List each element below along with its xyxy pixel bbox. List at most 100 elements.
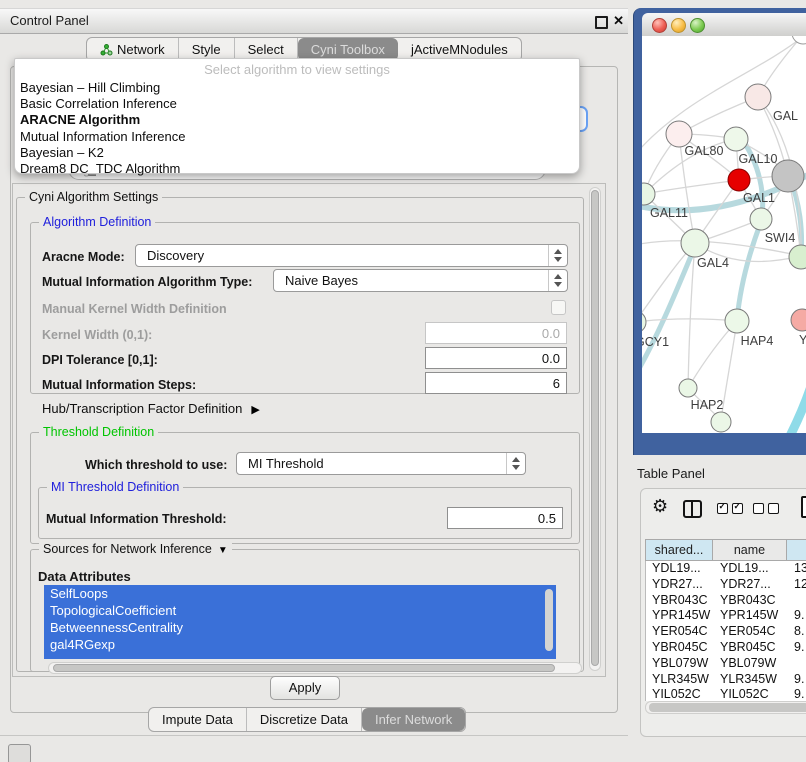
table-horizontal-scrollbar[interactable]: [645, 701, 806, 714]
table-row[interactable]: YBR043CYBR043C: [646, 593, 806, 609]
table-cell: YBR045C: [714, 640, 788, 656]
mi-algorithm-type-label: Mutual Information Algorithm Type:: [42, 275, 252, 289]
column-header-name[interactable]: name: [713, 539, 787, 561]
table-row[interactable]: YBR045CYBR045C9.: [646, 640, 806, 656]
table-cell: YLR345W: [714, 672, 788, 688]
algorithm-option-bayesian-k2[interactable]: Bayesian – K2: [15, 145, 579, 161]
algorithm-select-popup: Select algorithm to view settings Bayesi…: [14, 58, 580, 174]
algorithm-option-basic-correlation-inference[interactable]: Basic Correlation Inference: [15, 96, 579, 112]
dpi-tolerance-value: 0.0: [542, 351, 560, 366]
column-header-shared[interactable]: shared...: [645, 539, 713, 561]
dpi-tolerance-field[interactable]: 0.0: [425, 347, 567, 369]
node-label-hap2: HAP2: [691, 398, 724, 412]
network-node-gal10[interactable]: [724, 127, 748, 151]
network-node-hap4[interactable]: [725, 309, 749, 333]
network-canvas[interactable]: GALGAL80GAL10GAL1GAL11SWI4GAL4GCY1HAP4YH…: [642, 36, 806, 433]
mi-algorithm-type-select[interactable]: Naive Bayes: [273, 269, 568, 292]
manual-kernel-width-checkbox[interactable]: [551, 300, 566, 315]
scrollbar-thumb[interactable]: [53, 664, 555, 672]
algorithm-option-mutual-information-inference[interactable]: Mutual Information Inference: [15, 129, 579, 145]
tab-impute-data[interactable]: Impute Data: [149, 708, 247, 731]
table-cell: YIL052C: [714, 687, 788, 701]
attribute-item-topologicalcoefficient[interactable]: TopologicalCoefficient: [44, 602, 556, 619]
table-row[interactable]: YDL19...YDL19...13: [646, 561, 806, 577]
network-node-gal[interactable]: [745, 84, 771, 110]
kernel-width-label: Kernel Width (0,1):: [42, 328, 152, 342]
attribute-item-gal4rgexp[interactable]: gal4RGexp: [44, 636, 556, 653]
algorithm-option-bayesian-hill-climbing[interactable]: Bayesian – Hill Climbing: [15, 80, 579, 96]
gear-icon[interactable]: ⚙: [652, 497, 668, 515]
collapse-down-icon: ▼: [218, 545, 228, 556]
control-panel-titlebar: Control Panel ✕: [0, 8, 628, 34]
table-cell: 9.: [788, 608, 806, 624]
attribute-list-scrollbar[interactable]: [545, 589, 553, 651]
minimize-window-icon[interactable]: [671, 18, 686, 33]
deselect-all-checkboxes-icon[interactable]: [753, 503, 779, 514]
network-node-hap2[interactable]: [679, 379, 697, 397]
network-node-swi4[interactable]: [750, 208, 772, 230]
which-threshold-select[interactable]: MI Threshold: [236, 452, 526, 475]
sources-title[interactable]: Sources for Network Inference▼: [39, 542, 232, 556]
table-body[interactable]: YDL19...YDL19...13YDR27...YDR27...12YBR0…: [645, 561, 806, 701]
table-cell: 13: [788, 561, 806, 577]
aracne-mode-value: Discovery: [147, 248, 204, 263]
scrollbar-thumb[interactable]: [591, 190, 599, 666]
aracne-mode-select[interactable]: Discovery: [135, 244, 568, 267]
table-row[interactable]: YER054CYER054C8.: [646, 624, 806, 640]
table-row[interactable]: YLR345WYLR345W9.: [646, 672, 806, 688]
which-threshold-value: MI Threshold: [248, 456, 324, 471]
network-node-gal4[interactable]: [681, 229, 709, 257]
network-node-unlabeled[interactable]: [789, 245, 806, 269]
network-node-gcy1[interactable]: [642, 311, 646, 333]
network-node-gal1[interactable]: [728, 169, 750, 191]
network-view-window[interactable]: GALGAL80GAL10GAL1GAL11SWI4GAL4GCY1HAP4YH…: [633, 8, 806, 455]
network-graph: GALGAL80GAL10GAL1GAL11SWI4GAL4GCY1HAP4YH…: [642, 36, 806, 433]
table-row[interactable]: YBL079WYBL079W: [646, 656, 806, 672]
control-panel: Control Panel ✕ NetworkStyleSelectCyni T…: [0, 8, 628, 736]
table-row[interactable]: YIL052CYIL052C9.: [646, 687, 806, 701]
select-all-checkboxes-icon[interactable]: [717, 503, 743, 514]
close-window-icon[interactable]: [652, 18, 667, 33]
network-window-titlebar[interactable]: [642, 13, 806, 37]
algorithm-definition-title: Algorithm Definition: [39, 215, 155, 229]
node-label-gal4: GAL4: [697, 256, 729, 270]
table-cell: YBL079W: [646, 656, 714, 672]
table-cell: YPR145W: [714, 608, 788, 624]
mi-threshold-definition-title: MI Threshold Definition: [47, 480, 183, 494]
dpi-tolerance-label: DPI Tolerance [0,1]:: [42, 353, 158, 367]
float-icon[interactable]: [595, 16, 608, 29]
columns-icon[interactable]: [683, 500, 702, 518]
control-panel-title: Control Panel: [10, 13, 89, 28]
algorithm-option-aracne-algorithm[interactable]: ARACNE Algorithm: [15, 112, 579, 128]
settings-vertical-scrollbar[interactable]: [589, 187, 601, 671]
mi-steps-field[interactable]: 6: [425, 372, 567, 394]
scrollbar-thumb[interactable]: [649, 703, 806, 712]
tab-infer-network[interactable]: Infer Network: [362, 708, 465, 731]
close-icon[interactable]: ✕: [613, 13, 624, 29]
settings-horizontal-scrollbar[interactable]: [48, 662, 582, 674]
zoom-window-icon[interactable]: [690, 18, 705, 33]
network-node-y[interactable]: [791, 309, 806, 331]
column-header-2[interactable]: [787, 539, 806, 561]
mi-threshold-field[interactable]: 0.5: [447, 507, 563, 529]
combo-spinner-icon: [506, 453, 525, 474]
table-row[interactable]: YDR27...YDR27...12: [646, 577, 806, 593]
table-cell: YPR145W: [646, 608, 714, 624]
table-row[interactable]: YPR145WYPR145W9.: [646, 608, 806, 624]
tab-discretize-data[interactable]: Discretize Data: [247, 708, 362, 731]
node-label-swi4: SWI4: [765, 231, 796, 245]
hub-definition-toggle[interactable]: Hub/Transcription Factor Definition▶: [42, 401, 260, 416]
node-label-gcy1: GCY1: [642, 335, 669, 349]
table-panel-body: ⚙ shared...name YDL19...YDL19...13YDR27.…: [640, 488, 806, 737]
attribute-item-betweennesscentrality[interactable]: BetweennessCentrality: [44, 619, 556, 636]
table-cell: 9.: [788, 687, 806, 701]
aracne-mode-label: Aracne Mode:: [42, 250, 125, 264]
document-icon[interactable]: [801, 496, 806, 518]
network-node-unlabeled[interactable]: [711, 412, 731, 432]
data-attributes-list[interactable]: SelfLoopsTopologicalCoefficientBetweenne…: [44, 585, 556, 659]
attribute-item-selfloops[interactable]: SelfLoops: [44, 585, 556, 602]
combo-spinner-icon: [548, 245, 567, 266]
hub-definition-label: Hub/Transcription Factor Definition: [42, 401, 242, 416]
apply-button[interactable]: Apply: [270, 676, 340, 700]
algorithm-option-dream8-dc-tdc-algorithm[interactable]: Dream8 DC_TDC Algorithm: [15, 161, 579, 177]
